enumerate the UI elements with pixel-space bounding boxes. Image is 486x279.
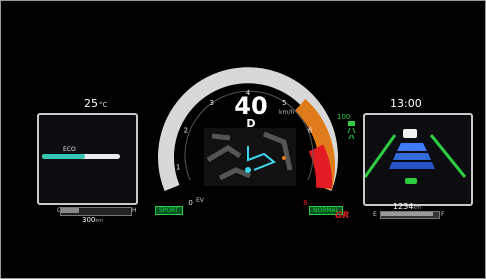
gauge-tick-8: 8 bbox=[303, 199, 307, 207]
eco-meter-fill bbox=[42, 154, 85, 159]
fuel-gauge-fill bbox=[381, 212, 433, 216]
own-vehicle-icon bbox=[405, 178, 417, 184]
ev-indicator: EV bbox=[196, 197, 204, 204]
map-destination-marker bbox=[282, 156, 286, 160]
map-position-marker bbox=[245, 167, 251, 173]
clock: 13:00 bbox=[390, 97, 422, 110]
lane-display bbox=[365, 129, 467, 184]
odometer: 1234km bbox=[393, 202, 421, 211]
lane-assist-icon bbox=[347, 121, 356, 145]
range-value: 300 bbox=[82, 216, 96, 224]
outside-temperature: 25°C bbox=[84, 97, 107, 110]
coolant-icon bbox=[89, 200, 97, 215]
gear-indicator: D bbox=[246, 117, 256, 130]
left-lane-line bbox=[365, 134, 397, 178]
lead-vehicle-icon bbox=[403, 129, 417, 138]
gauge-tick-3: 3 bbox=[209, 99, 213, 107]
temp-gauge-fill bbox=[61, 208, 79, 213]
temp-gauge-hot: H bbox=[132, 207, 137, 214]
speed-unit: km/h bbox=[279, 109, 295, 116]
fuel-empty-label: E bbox=[373, 211, 377, 218]
drive-mode-sport: SPORT bbox=[155, 197, 183, 216]
gr-logo: GR bbox=[335, 211, 350, 221]
range-unit: km bbox=[95, 218, 104, 224]
distance-bar-3 bbox=[389, 162, 435, 169]
speed-readout: 40 bbox=[234, 92, 268, 120]
gauge-tick-1: 1 bbox=[176, 164, 180, 172]
gauge-tick-0: 0 bbox=[188, 199, 192, 207]
eco-panel bbox=[37, 113, 138, 205]
range-readout: 300km bbox=[82, 216, 103, 224]
gauge-tick-5: 5 bbox=[282, 99, 286, 107]
acc-set-speed: 100 bbox=[337, 113, 351, 121]
odometer-value: 1234 bbox=[393, 202, 414, 211]
speedometer-gauge: 012345678 bbox=[158, 67, 338, 207]
odometer-unit: km bbox=[413, 205, 422, 211]
drive-mode-sport-label: SPORT bbox=[155, 206, 183, 215]
distance-bar-1 bbox=[397, 143, 427, 151]
gauge-tick-6: 6 bbox=[308, 127, 313, 135]
temperature-unit: °C bbox=[99, 101, 108, 109]
fuel-full-label: F bbox=[441, 211, 445, 218]
temperature-value: 25 bbox=[84, 97, 98, 110]
distance-bar-2 bbox=[393, 153, 431, 160]
gauge-tick-7: 7 bbox=[316, 164, 320, 172]
right-lane-line bbox=[429, 134, 467, 178]
eco-label: ECO bbox=[63, 146, 76, 153]
gauge-tick-2: 2 bbox=[184, 127, 188, 135]
